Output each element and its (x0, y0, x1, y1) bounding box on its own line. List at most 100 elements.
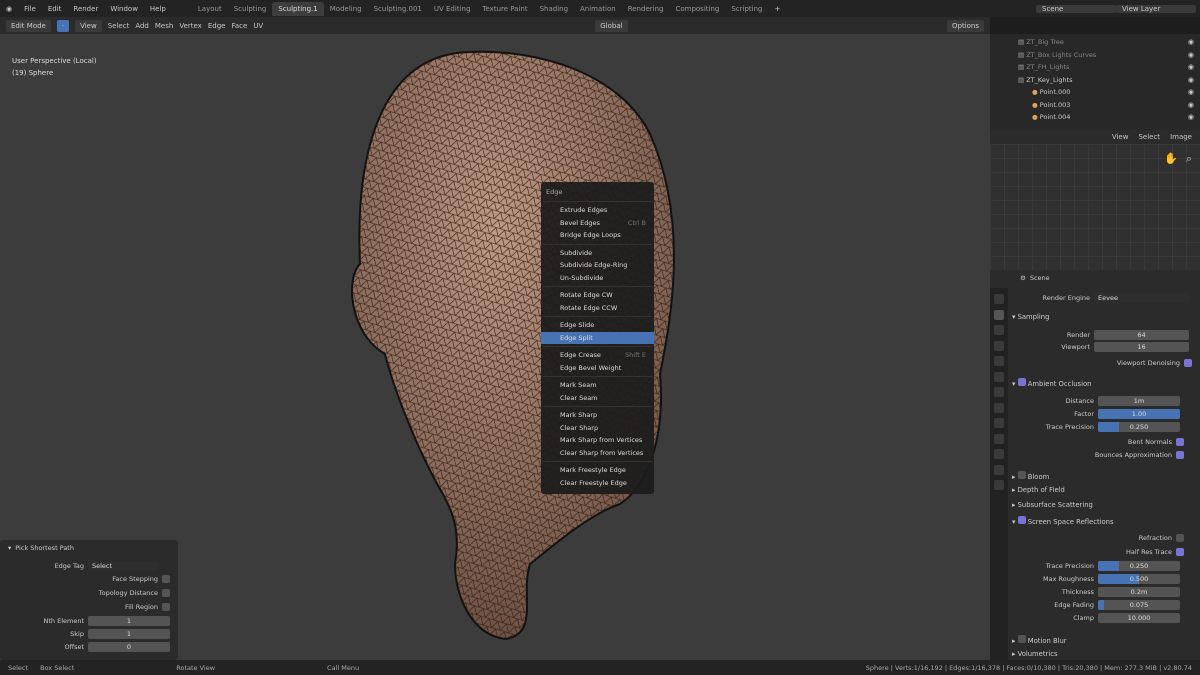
refraction-checkbox[interactable] (1176, 534, 1184, 542)
image-view-menu[interactable]: View (1112, 133, 1129, 141)
visibility-eye-icon[interactable]: ◉ (1188, 101, 1194, 109)
select-menu[interactable]: Select (108, 22, 130, 30)
modifier-tab-icon[interactable] (994, 402, 1004, 413)
outliner-item[interactable]: ▤ ZT_FH_Lights (1018, 63, 1069, 71)
render-engine-dropdown[interactable]: Eevee (1094, 293, 1189, 303)
menu-item[interactable]: Mark Freestyle Edge (541, 464, 654, 477)
scene-tab-icon[interactable] (994, 356, 1004, 366)
viewport-samples-field[interactable]: 16 (1094, 342, 1189, 352)
fill-region-checkbox[interactable] (162, 603, 170, 611)
factor-slider[interactable]: 1.00 (1098, 409, 1180, 419)
ssr-trace-slider[interactable]: 0.250 (1098, 561, 1180, 571)
menu-file[interactable]: File (18, 5, 42, 13)
tab-shading[interactable]: Shading (534, 5, 574, 13)
render-tab-icon[interactable] (994, 309, 1004, 320)
bounces-checkbox[interactable] (1176, 451, 1184, 459)
output-tab-icon[interactable] (994, 325, 1004, 335)
visibility-eye-icon[interactable]: ◉ (1188, 38, 1194, 46)
view-menu[interactable]: View (75, 19, 102, 32)
menu-item[interactable]: Rotate Edge CCW (541, 302, 654, 315)
image-select-menu[interactable]: Select (1138, 133, 1160, 141)
view-layer-selector[interactable]: View Layer (1116, 4, 1196, 13)
tab-sculpting-001[interactable]: Sculpting.001 (368, 5, 428, 13)
ao-section[interactable]: ▾ Ambient Occlusion (1012, 378, 1091, 388)
skip-field[interactable]: 1 (88, 629, 170, 639)
menu-item[interactable]: Clear Freestyle Edge (541, 477, 654, 490)
half-res-checkbox[interactable] (1176, 548, 1184, 556)
menu-render[interactable]: Render (67, 5, 104, 13)
menu-item[interactable]: Edge Crease Shift E (541, 349, 654, 362)
menu-item[interactable]: Clear Sharp (541, 422, 654, 435)
sampling-section[interactable]: ▾ Sampling (1012, 313, 1049, 321)
add-workspace-icon[interactable]: + (768, 5, 786, 13)
outliner-item[interactable]: ▤ ZT_Big Tree (1018, 38, 1064, 46)
visibility-eye-icon[interactable]: ◉ (1188, 51, 1194, 59)
tab-scripting[interactable]: Scripting (725, 5, 768, 13)
volumetrics-section[interactable]: ▸ Volumetrics (1012, 650, 1057, 658)
ao-checkbox[interactable] (1017, 378, 1026, 386)
offset-field[interactable]: 0 (88, 642, 170, 652)
outliner-item[interactable]: ● Point.004 (1032, 113, 1070, 121)
face-stepping-checkbox[interactable] (162, 575, 170, 583)
outliner-item[interactable]: ▤ ZT_Key_Lights (1018, 76, 1073, 84)
dof-section[interactable]: ▸ Depth of Field (1012, 486, 1065, 494)
options-button[interactable]: Options (946, 19, 984, 32)
properties-tabs[interactable] (990, 288, 1008, 660)
trace-precision-slider[interactable]: 0.250 (1098, 422, 1180, 432)
particles-tab-icon[interactable] (994, 418, 1004, 428)
hand-icon[interactable]: ✋ (1164, 152, 1178, 165)
tab-sculpting-1[interactable]: Sculpting.1 (272, 1, 324, 16)
bloom-checkbox[interactable] (1017, 471, 1026, 479)
tab-rendering[interactable]: Rendering (622, 5, 670, 13)
visibility-eye-icon[interactable]: ◉ (1188, 76, 1194, 84)
menu-help[interactable]: Help (144, 5, 172, 13)
ssr-checkbox[interactable] (1017, 516, 1026, 524)
menu-edit[interactable]: Edit (42, 5, 68, 13)
tab-uv-editing[interactable]: UV Editing (428, 5, 477, 13)
vertex-menu[interactable]: Vertex (179, 22, 202, 30)
menu-item[interactable]: Edge Bevel Weight (541, 362, 654, 375)
max-roughness-slider[interactable]: 0.500 (1098, 574, 1180, 584)
menu-item[interactable]: Bridge Edge Loops (541, 229, 654, 242)
menu-item[interactable]: Extrude Edges (541, 204, 654, 217)
bent-normals-checkbox[interactable] (1176, 438, 1184, 446)
nth-field[interactable]: 1 (88, 616, 170, 626)
tab-modeling[interactable]: Modeling (324, 5, 368, 13)
edge-menu[interactable]: Edge (208, 22, 226, 30)
outliner-item[interactable]: ● Point.000 (1032, 88, 1070, 96)
outliner-item[interactable]: ● Point.003 (1032, 101, 1070, 109)
tool-tab-icon[interactable] (994, 294, 1004, 304)
clamp-field[interactable]: 10.000 (1098, 613, 1180, 623)
object-tab-icon[interactable] (994, 387, 1004, 397)
sss-section[interactable]: ▸ Subsurface Scattering (1012, 501, 1093, 509)
zoom-icon[interactable]: ⌕ (1186, 152, 1192, 166)
mesh-menu[interactable]: Mesh (155, 22, 173, 30)
constraints-tab-icon[interactable] (994, 449, 1004, 459)
face-menu[interactable]: Face (231, 22, 247, 30)
menu-item[interactable]: Subdivide Edge-Ring (541, 259, 654, 272)
vertex-select-button[interactable]: · (56, 19, 70, 32)
motion-blur-checkbox[interactable] (1017, 635, 1026, 643)
data-tab-icon[interactable] (994, 464, 1004, 475)
menu-item[interactable]: Mark Seam (541, 379, 654, 392)
menu-item[interactable]: Edge Split (541, 331, 654, 344)
distance-field[interactable]: 1m (1098, 396, 1180, 406)
visibility-eye-icon[interactable]: ◉ (1188, 88, 1194, 96)
menu-item[interactable]: Clear Seam (541, 392, 654, 405)
image-editor[interactable]: View Select Image ✋ ⌕ (990, 130, 1200, 270)
image-image-menu[interactable]: Image (1170, 133, 1192, 141)
menu-window[interactable]: Window (104, 5, 144, 13)
menu-item[interactable]: Mark Sharp from Vertices (541, 434, 654, 447)
edge-fading-slider[interactable]: 0.075 (1098, 600, 1180, 610)
menu-item[interactable]: Mark Sharp (541, 409, 654, 422)
menu-item[interactable]: Bevel Edges Ctrl B (541, 217, 654, 230)
edge-tag-dropdown[interactable]: Select (88, 561, 158, 571)
world-tab-icon[interactable] (994, 371, 1004, 382)
tab-layout[interactable]: Layout (192, 5, 228, 13)
tab-compositing[interactable]: Compositing (669, 5, 725, 13)
viewport-denoising-checkbox[interactable] (1184, 359, 1192, 367)
menu-item[interactable]: Clear Sharp from Vertices (541, 447, 654, 460)
menu-item[interactable]: Subdivide (541, 247, 654, 260)
topology-distance-checkbox[interactable] (162, 589, 170, 597)
tab-animation[interactable]: Animation (574, 5, 622, 13)
